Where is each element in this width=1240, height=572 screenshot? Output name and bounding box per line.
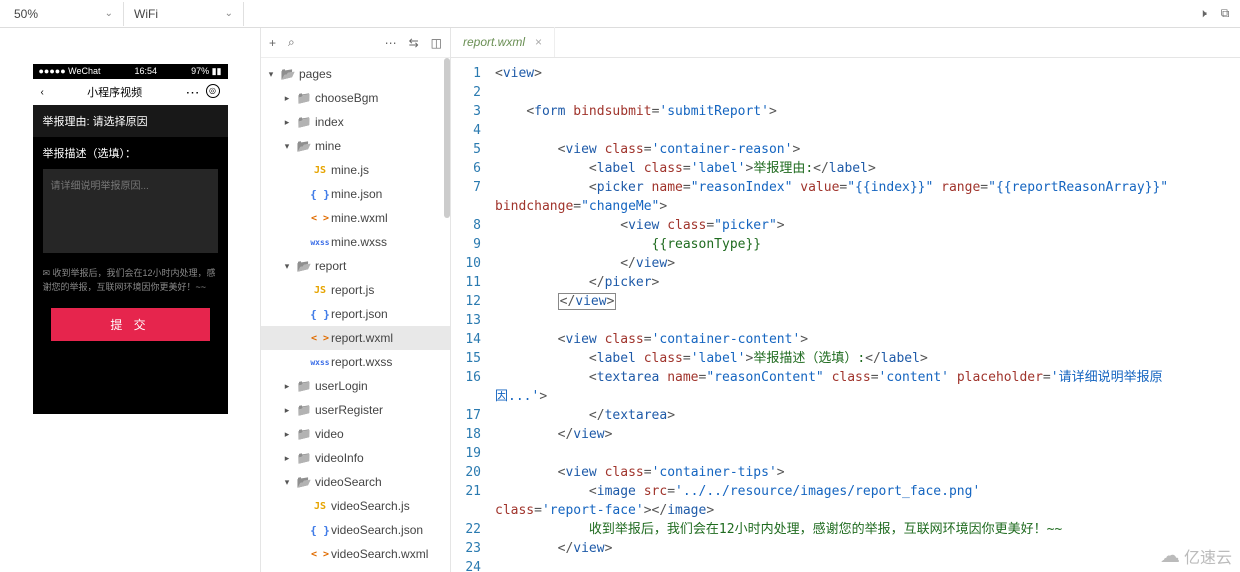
tree-item-pages[interactable]: ▾pages [261, 62, 450, 86]
zoom-value: 50% [14, 7, 38, 21]
network-select[interactable]: WiFi ⌄ [124, 2, 244, 26]
split-icon[interactable]: ◫ [431, 36, 442, 50]
tree-item-report.js[interactable]: JSreport.js [261, 278, 450, 302]
scrollbar[interactable] [444, 58, 450, 218]
tree-item-userRegister[interactable]: ▸userRegister [261, 398, 450, 422]
tree-item-report.wxml[interactable]: < >report.wxml [261, 326, 450, 350]
tree-item-chooseBgm[interactable]: ▸chooseBgm [261, 86, 450, 110]
tree-item-videoSearch.wxml[interactable]: < >videoSearch.wxml [261, 542, 450, 566]
cloud-icon: ☁ [1160, 543, 1180, 568]
tree-item-report.wxss[interactable]: wxssreport.wxss [261, 350, 450, 374]
zoom-select[interactable]: 50% ⌄ [4, 2, 124, 26]
code-content[interactable]: <view> <form bindsubmit='submitReport'> … [491, 58, 1240, 572]
tree-item-index[interactable]: ▸index [261, 110, 450, 134]
tree-item-video[interactable]: ▸video [261, 422, 450, 446]
tree-item-mine.json[interactable]: { }mine.json [261, 182, 450, 206]
tree-item-videoSearch.json[interactable]: { }videoSearch.json [261, 518, 450, 542]
tree-item-videoSearch[interactable]: ▾videoSearch [261, 470, 450, 494]
status-time: 16:54 [135, 66, 158, 77]
tree-item-mine[interactable]: ▾mine [261, 134, 450, 158]
search-icon[interactable]: ⌕ [288, 35, 295, 50]
line-gutter: 1234567891011121314151617181920212223242… [451, 58, 491, 572]
detach-icon[interactable]: ⧉ [1214, 6, 1236, 21]
tree-item-videoSearch.js[interactable]: JSvideoSearch.js [261, 494, 450, 518]
tab-label: report.wxml [463, 35, 525, 49]
status-battery: 97% ▮▮ [191, 66, 221, 77]
mute-icon[interactable]: 🕨 [1192, 6, 1214, 21]
editor-tab[interactable]: report.wxml × [451, 27, 555, 57]
reason-label[interactable]: 举报理由: 请选择原因 [33, 105, 228, 137]
tree-item-videoInfo[interactable]: ▸videoInfo [261, 446, 450, 470]
target-icon[interactable]: ◎ [206, 84, 220, 98]
tree-item-mine.wxss[interactable]: wxssmine.wxss [261, 230, 450, 254]
network-value: WiFi [134, 7, 158, 21]
chevron-down-icon: ⌄ [225, 8, 233, 19]
page-title: 小程序视频 [87, 84, 142, 100]
simulator-toolbar: 50% ⌄ WiFi ⌄ 🕨 ⧉ [0, 0, 1240, 28]
more-icon[interactable]: ⋯ [186, 84, 200, 101]
tips-text: ✉ 收到举报后，我们会在12小时内处理，感谢您的举报，互联网环境因你更美好！~~ [33, 253, 228, 308]
tree-item-userLogin[interactable]: ▸userLogin [261, 374, 450, 398]
close-icon[interactable]: × [535, 35, 542, 49]
chevron-down-icon: ⌄ [105, 8, 113, 19]
back-icon[interactable]: ‹ [41, 87, 44, 98]
watermark-text: 亿速云 [1184, 544, 1232, 568]
settings-icon[interactable]: ⇆ [409, 36, 419, 50]
status-carrier: ●●●●● WeChat [39, 66, 101, 77]
tree-item-mine.wxml[interactable]: < >mine.wxml [261, 206, 450, 230]
code-editor: report.wxml × 12345678910111213141516171… [450, 28, 1240, 572]
desc-label: 举报描述（选填）： [33, 137, 228, 169]
simulator-panel: ●●●●● WeChat 16:54 97% ▮▮ ‹ 小程序视频 ⋯ ◎ 举报… [0, 28, 260, 572]
watermark: ☁ 亿速云 [1160, 543, 1232, 568]
new-file-icon[interactable]: + [269, 36, 276, 50]
phone-preview: ●●●●● WeChat 16:54 97% ▮▮ ‹ 小程序视频 ⋯ ◎ 举报… [33, 64, 228, 414]
tree-item-videoSearch.wxss[interactable]: wxssvideoSearch.wxss [261, 566, 450, 572]
tree-item-report[interactable]: ▾report [261, 254, 450, 278]
submit-button[interactable]: 提 交 [51, 308, 210, 341]
desc-textarea[interactable]: 请详细说明举报原因... [43, 169, 218, 253]
tree-item-mine.js[interactable]: JSmine.js [261, 158, 450, 182]
tree-item-report.json[interactable]: { }report.json [261, 302, 450, 326]
file-explorer: + ⌕ ⋯ ⇆ ◫ ▾pages▸chooseBgm▸index▾mineJSm… [260, 28, 450, 572]
more-icon[interactable]: ⋯ [385, 36, 397, 50]
